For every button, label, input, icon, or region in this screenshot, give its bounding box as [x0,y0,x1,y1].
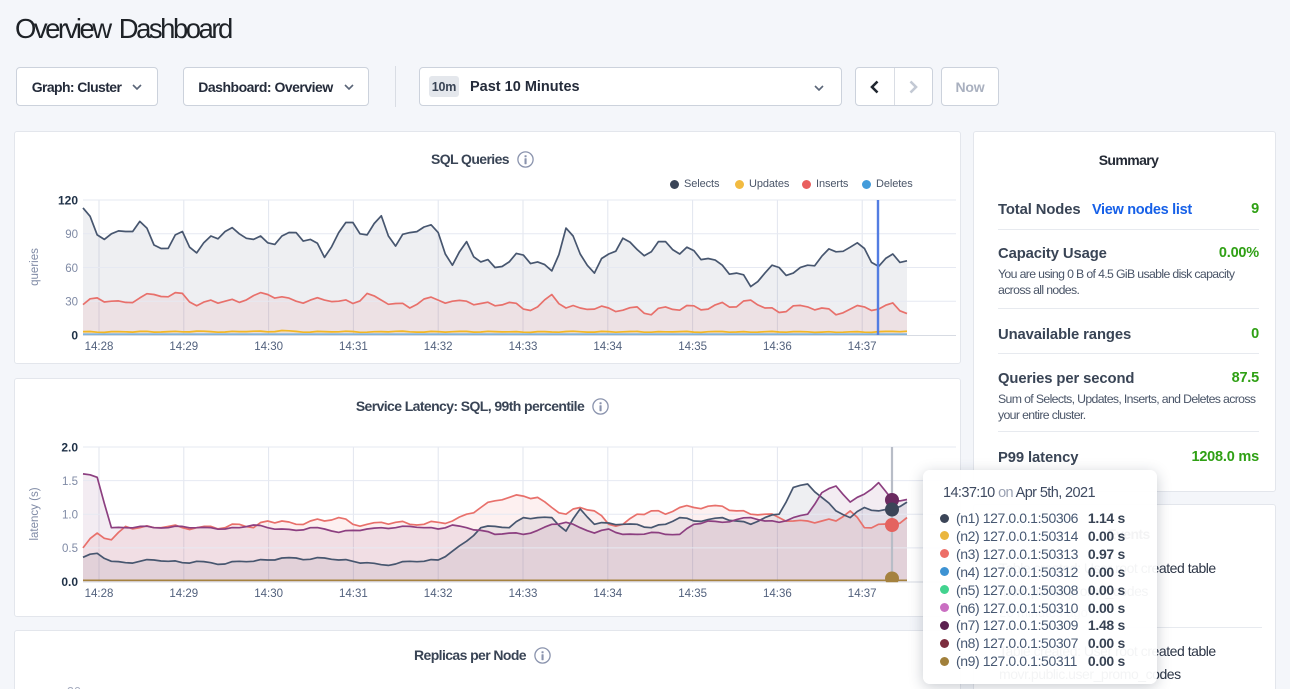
svg-text:30: 30 [65,297,78,309]
svg-text:14:32: 14:32 [424,588,453,600]
svg-text:1.5: 1.5 [62,476,78,488]
svg-text:60: 60 [65,263,78,275]
svg-text:queries: queries [29,248,41,286]
svg-text:14:28: 14:28 [85,341,114,353]
svg-text:14:35: 14:35 [678,588,707,600]
svg-text:2.0: 2.0 [61,441,78,455]
svg-text:14:36: 14:36 [763,341,792,353]
svg-text:14:31: 14:31 [339,341,368,353]
svg-text:14:32: 14:32 [424,341,453,353]
svg-text:0: 0 [71,329,78,343]
svg-text:14:34: 14:34 [593,588,622,600]
svg-text:14:28: 14:28 [85,588,114,600]
svg-text:14:35: 14:35 [678,341,707,353]
svg-text:14:33: 14:33 [509,341,538,353]
svg-text:14:36: 14:36 [763,588,792,600]
svg-text:120: 120 [58,194,78,208]
svg-text:1.0: 1.0 [62,510,78,522]
svg-text:14:37: 14:37 [848,341,877,353]
svg-text:0.5: 0.5 [62,543,78,555]
svg-text:latency (s): latency (s) [29,487,41,540]
svg-text:14:29: 14:29 [169,341,198,353]
svg-text:0.0: 0.0 [61,575,78,589]
svg-text:90: 90 [65,229,78,241]
svg-text:14:33: 14:33 [509,588,538,600]
svg-text:14:30: 14:30 [254,588,283,600]
svg-text:14:37: 14:37 [848,588,877,600]
svg-text:14:34: 14:34 [593,341,622,353]
svg-text:14:29: 14:29 [169,588,198,600]
svg-text:14:30: 14:30 [254,341,283,353]
svg-text:14:31: 14:31 [339,588,368,600]
